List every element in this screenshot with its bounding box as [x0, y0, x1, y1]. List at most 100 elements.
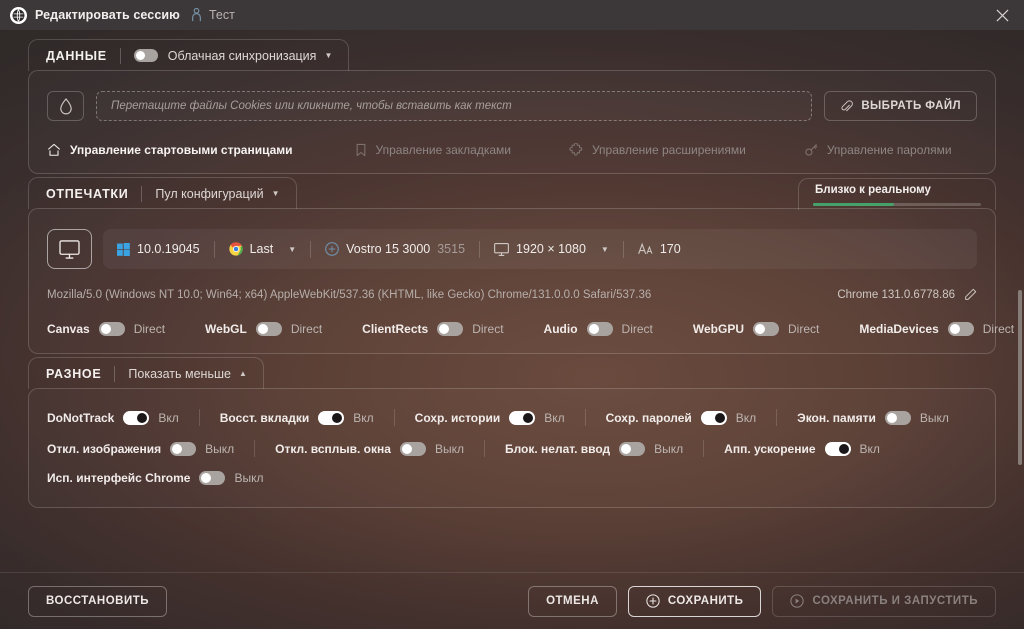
misc-сохр-паролей-group: Сохр. паролей Вкл	[606, 410, 756, 425]
misc-апп-ускорение-group: Апп. ускорение Вкл	[724, 441, 880, 456]
manage-passwords-link[interactable]: Управление паролями	[804, 143, 952, 157]
header-divider	[114, 365, 116, 382]
browser-version-group[interactable]: Chrome 131.0.6778.86	[837, 288, 977, 301]
misc-исп-интерфейс-chrome-group: Исп. интерфейс Chrome Выкл	[47, 471, 263, 485]
data-card-header: ДАННЫЕ Облачная синхронизация ▼	[28, 39, 350, 71]
manage-startpages-link[interactable]: Управление стартовыми страницами	[47, 143, 293, 157]
save-and-run-button[interactable]: СОХРАНИТЬ И ЗАПУСТИТЬ	[772, 585, 996, 617]
misc-восст-вкладки-toggle[interactable]	[318, 410, 345, 425]
misc-блок-нелат-ввод-toggle[interactable]	[619, 441, 646, 456]
browser-channel-value: Last	[249, 242, 274, 256]
fp-mediadevices-label: MediaDevices	[859, 321, 939, 336]
misc-откл-изображения-toggle[interactable]	[170, 441, 197, 456]
chevron-down-icon[interactable]: ▼	[272, 189, 280, 198]
fp-webgl-state: Direct	[290, 321, 323, 336]
fonts-item[interactable]: 170	[638, 242, 681, 256]
misc-card-title: РАЗНОЕ	[46, 366, 102, 381]
misc-откл-всплыв-окна-state: Выкл	[434, 441, 464, 456]
save-button[interactable]: СОХРАНИТЬ	[627, 585, 762, 617]
manage-bookmarks-label: Управление закладками	[375, 143, 511, 157]
realism-label: Близко к реальному	[815, 184, 931, 196]
chevron-down-icon[interactable]: ▼	[324, 51, 332, 60]
fp-mediadevices-group: MediaDevices Direct	[859, 321, 1014, 336]
misc-экон-памяти-toggle[interactable]	[884, 410, 911, 425]
chevron-down-icon[interactable]: ▼	[288, 245, 296, 254]
fp-webgpu-label: WebGPU	[692, 321, 745, 336]
cloud-sync-toggle[interactable]	[133, 49, 158, 62]
fp-clientrects-toggle[interactable]	[437, 321, 464, 336]
misc-экон-памяти-state: Выкл	[919, 410, 949, 425]
select-file-button[interactable]: ВЫБРАТЬ ФАЙЛ	[824, 91, 977, 121]
realism-progress-track	[813, 203, 981, 206]
fp-audio-toggle[interactable]	[586, 321, 613, 336]
misc-экон-памяти-group: Экон. памяти Выкл	[797, 410, 949, 425]
misc-сохр-паролей-toggle[interactable]	[700, 410, 727, 425]
manage-extensions-label: Управление расширениями	[591, 143, 746, 157]
misc-экон-памяти-label: Экон. памяти	[797, 410, 876, 425]
fp-audio-group: Audio Direct	[544, 321, 653, 336]
misc-откл-изображения-label: Откл. изображения	[47, 441, 162, 456]
misc-откл-изображения-group: Откл. изображения Выкл	[47, 441, 234, 456]
manage-links-row: Управление стартовыми страницами Управле…	[47, 143, 977, 157]
restore-button[interactable]: ВОССТАНОВИТЬ	[28, 585, 168, 617]
toggle-divider	[393, 409, 395, 426]
misc-сохр-истории-label: Сохр. истории	[414, 410, 501, 425]
cancel-button-label: ОТМЕНА	[546, 595, 599, 607]
misc-donottrack-state: Вкл	[158, 410, 179, 425]
misc-исп-интерфейс-chrome-toggle[interactable]	[199, 471, 226, 485]
manage-bookmarks-link[interactable]: Управление закладками	[355, 143, 511, 157]
chevron-down-icon[interactable]: ▼	[601, 245, 609, 254]
resolution-value: 1920 × 1080	[516, 242, 586, 256]
monitor-icon	[494, 242, 509, 256]
header-divider	[141, 185, 143, 202]
misc-donottrack-toggle[interactable]	[123, 410, 150, 425]
play-circle-icon	[790, 594, 805, 608]
key-icon	[804, 143, 818, 157]
cancel-button[interactable]: ОТМЕНА	[528, 585, 617, 617]
vertical-scrollbar[interactable]	[1018, 290, 1022, 465]
cookies-dropzone[interactable]: Перетащите файлы Cookies или кликните, ч…	[96, 91, 813, 121]
fp-clientrects-state: Direct	[472, 321, 504, 336]
chrome-icon	[228, 242, 243, 256]
fp-clientrects-label: ClientRects	[362, 321, 429, 336]
fp-webgpu-toggle[interactable]	[753, 321, 780, 336]
misc-апп-ускорение-toggle[interactable]	[824, 441, 851, 456]
toggle-divider	[254, 440, 256, 457]
user-agent-row: Mozilla/5.0 (Windows NT 10.0; Win64; x64…	[47, 288, 977, 301]
fp-audio-state: Direct	[621, 321, 653, 336]
resolution-item[interactable]: 1920 × 1080 ▼	[494, 242, 609, 256]
os-version-item[interactable]: 10.0.19045	[117, 242, 200, 256]
fingerprints-card-body: 10.0.19045 Last ▼ Vostro 15 3000 3515 19…	[29, 209, 1014, 353]
bookmark-icon	[355, 143, 367, 157]
misc-откл-всплыв-окна-label: Откл. всплыв. окна	[275, 441, 391, 456]
cookie-drop-icon[interactable]	[47, 91, 84, 121]
misc-блок-нелат-ввод-label: Блок. нелат. ввод	[504, 441, 611, 456]
browser-channel-item[interactable]: Last ▼	[228, 242, 296, 256]
misc-откл-всплыв-окна-toggle[interactable]	[399, 441, 426, 456]
strip-divider	[479, 240, 481, 258]
fp-webgl-toggle[interactable]	[255, 321, 282, 336]
misc-апп-ускорение-label: Апп. ускорение	[724, 441, 816, 456]
fp-mediadevices-toggle[interactable]	[947, 321, 974, 336]
fonts-count-value: 170	[659, 242, 681, 256]
dialog-content: ДАННЫЕ Облачная синхронизация ▼ Перетащи…	[0, 30, 1024, 629]
misc-donottrack-label: DoNotTrack	[47, 410, 115, 425]
fp-canvas-state: Direct	[133, 321, 166, 336]
toggle-divider	[584, 409, 586, 426]
device-model-item[interactable]: Vostro 15 3000 3515	[325, 242, 465, 256]
fp-canvas-group: Canvas Direct	[47, 321, 166, 336]
misc-card-header: РАЗНОЕ Показать меньше ▲	[28, 357, 264, 389]
realism-indicator: Близко к реальному	[798, 178, 996, 210]
desktop-icon[interactable]	[47, 229, 92, 269]
fp-canvas-toggle[interactable]	[98, 321, 125, 336]
misc-сохр-истории-toggle[interactable]	[509, 410, 536, 425]
chevron-up-icon[interactable]: ▲	[239, 369, 247, 378]
manage-extensions-link[interactable]: Управление расширениями	[569, 143, 746, 157]
misc-исп-интерфейс-chrome-label: Исп. интерфейс Chrome	[47, 471, 191, 485]
fp-webgpu-group: WebGPU Direct	[692, 321, 819, 336]
puzzle-icon	[569, 143, 583, 157]
pencil-icon[interactable]	[964, 288, 977, 301]
close-icon[interactable]	[986, 2, 1018, 28]
fp-webgl-label: WebGL	[205, 321, 247, 336]
cookies-dropzone-placeholder: Перетащите файлы Cookies или кликните, ч…	[111, 100, 512, 112]
